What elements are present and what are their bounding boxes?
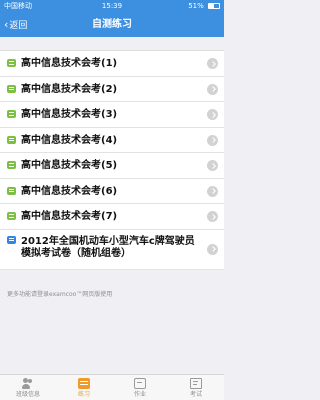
exercise-icon <box>7 186 16 195</box>
tab-homework[interactable]: 作业 <box>112 375 168 400</box>
list-item-label: 高中信息技术会考(7) <box>21 211 118 222</box>
chevron-right-icon <box>207 243 218 255</box>
tab-label: 练习 <box>77 391 90 398</box>
page-title: 自测练习 <box>92 19 132 30</box>
status-bar: 中国移动 15:39 51% <box>0 0 224 12</box>
people-icon <box>22 378 34 389</box>
exercise-icon <box>7 110 16 118</box>
list-item-label: 高中信息技术会考(1) <box>21 58 118 69</box>
chevron-right-icon <box>207 211 218 222</box>
list-item-label: 2012年全国机动车小型汽车c牌驾驶员模拟考试卷（随机组卷） <box>21 235 195 259</box>
exercise-list: 高中信息技术会考(1) 高中信息技术会考(2) 高中信息技术会考(3) 高中信息… <box>0 50 224 270</box>
exercise-icon <box>7 212 16 220</box>
list-item-label: 高中信息技术会考(6) <box>21 185 118 197</box>
battery-icon <box>208 3 220 9</box>
tab-bar: 班级信息 练习 作业 考试 <box>0 374 224 400</box>
tab-label: 作业 <box>133 391 146 398</box>
exercise-icon <box>7 135 16 144</box>
chevron-right-icon <box>207 58 218 69</box>
battery-indicator: 51% <box>188 0 220 12</box>
list-item[interactable]: 高中信息技术会考(2) <box>0 76 224 102</box>
homework-icon <box>134 378 146 389</box>
chevron-right-icon <box>207 134 218 146</box>
list-item-label: 高中信息技术会考(5) <box>21 160 118 171</box>
practice-icon <box>78 378 90 389</box>
exam-icon <box>190 378 202 389</box>
exercise-icon <box>7 59 16 67</box>
list-item-label: 高中信息技术会考(4) <box>21 134 118 146</box>
tab-class-info[interactable]: 班级信息 <box>0 375 56 400</box>
tab-exam[interactable]: 考试 <box>168 375 224 400</box>
chevron-right-icon <box>207 185 218 197</box>
exam-paper-icon <box>7 235 16 244</box>
list-item-label: 高中信息技术会考(3) <box>21 109 118 120</box>
list-item[interactable]: 高中信息技术会考(7) <box>0 204 224 230</box>
exercise-icon <box>7 161 16 169</box>
exercise-icon <box>7 84 16 93</box>
chevron-right-icon <box>207 83 218 95</box>
list-item-label: 高中信息技术会考(2) <box>21 83 118 95</box>
tab-label: 班级信息 <box>15 391 40 398</box>
list-item[interactable]: 高中信息技术会考(4) <box>0 127 224 153</box>
tab-practice[interactable]: 练习 <box>56 375 112 400</box>
chevron-right-icon <box>207 109 218 120</box>
nav-bar: ‹返回 自测练习 <box>0 12 224 37</box>
footer-note: 更多功能请登录examcoo™网页版使用 <box>7 291 113 298</box>
list-item[interactable]: 高中信息技术会考(1) <box>0 51 224 77</box>
tab-label: 考试 <box>189 391 202 398</box>
list-item[interactable]: 高中信息技术会考(3) <box>0 102 224 128</box>
chevron-right-icon <box>207 160 218 171</box>
list-item[interactable]: 2012年全国机动车小型汽车c牌驾驶员模拟考试卷（随机组卷） <box>0 229 224 270</box>
list-item[interactable]: 高中信息技术会考(6) <box>0 178 224 204</box>
battery-percent: 51% <box>188 2 204 10</box>
list-item[interactable]: 高中信息技术会考(5) <box>0 153 224 179</box>
